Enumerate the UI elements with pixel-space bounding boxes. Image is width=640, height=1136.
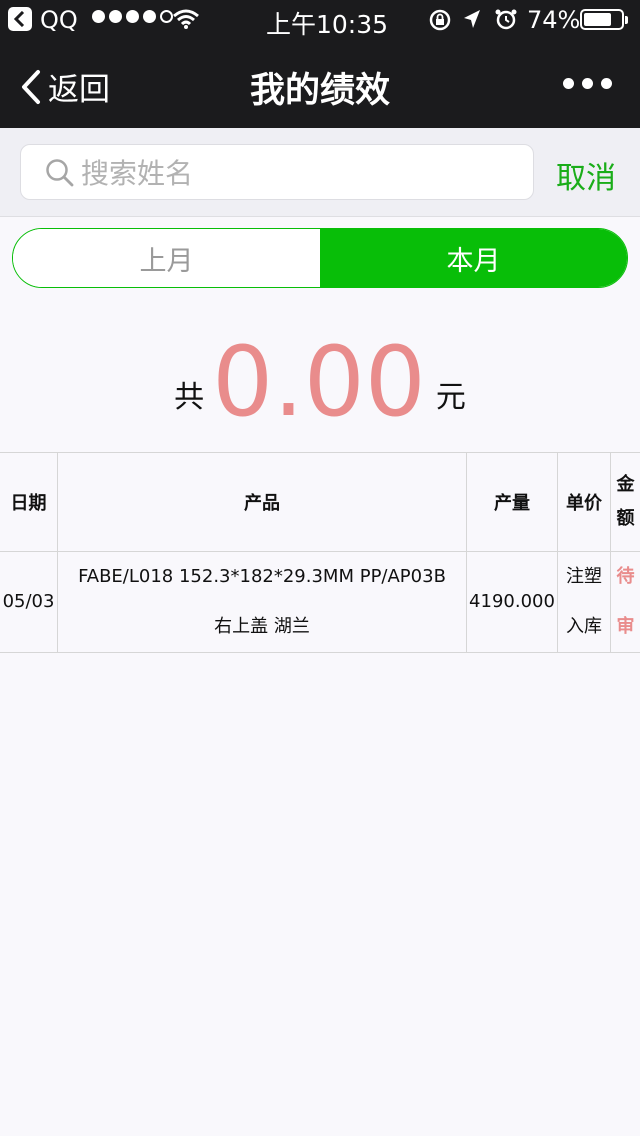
search-bar: 取消 <box>0 128 640 217</box>
performance-table: 日期 产品 产量 单价 金额 05/03 FABE/L018 152.3*182… <box>0 452 640 653</box>
more-dot-icon <box>582 78 593 89</box>
more-options-button[interactable] <box>563 78 612 89</box>
signal-dot <box>126 10 139 23</box>
nav-bar: 返回 我的绩效 <box>0 40 640 128</box>
search-icon <box>46 159 74 187</box>
status-bar: QQ 上午10:35 74% <box>0 0 640 40</box>
search-box[interactable] <box>20 144 534 200</box>
column-header-unit-price: 单价 <box>557 452 611 552</box>
battery-fill <box>584 13 611 26</box>
battery-percent: 74% <box>527 6 581 34</box>
status-time: 上午10:35 <box>266 10 389 39</box>
back-to-app-icon[interactable] <box>8 7 32 31</box>
total-prefix: 共 <box>174 380 205 415</box>
column-header-amount: 金额 <box>610 452 640 552</box>
month-segmented-control: 上月 本月 <box>12 228 628 288</box>
cell-date: 05/03 <box>0 551 58 653</box>
signal-dot <box>143 10 156 23</box>
more-dot-icon <box>601 78 612 89</box>
rotation-lock-icon <box>429 9 451 31</box>
cell-quantity: 4190.000 <box>466 551 558 653</box>
column-header-date: 日期 <box>0 452 58 552</box>
column-header-product: 产品 <box>57 452 467 552</box>
status-app-name[interactable]: QQ <box>40 6 78 34</box>
cell-unit-price: 注塑入库 <box>557 551 611 653</box>
location-icon <box>464 10 480 28</box>
battery-nub <box>625 16 628 24</box>
wifi-icon <box>173 9 199 29</box>
table-header-row: 日期 产品 产量 单价 金额 <box>0 452 640 552</box>
cell-amount-status: 待审 <box>610 551 640 653</box>
search-input[interactable] <box>79 153 523 193</box>
total-summary: 共 0.00 元 <box>0 320 640 430</box>
table-row[interactable]: 05/03 FABE/L018 152.3*182*29.3MM PP/AP03… <box>0 551 640 653</box>
cell-product: FABE/L018 152.3*182*29.3MM PP/AP03B 右上盖 … <box>57 551 467 653</box>
battery-icon <box>580 9 628 30</box>
signal-strength-icon <box>92 10 173 23</box>
alarm-icon <box>495 9 517 30</box>
total-amount: 0.00 <box>212 326 426 438</box>
cancel-button[interactable]: 取消 <box>556 153 616 197</box>
signal-dot <box>109 10 122 23</box>
total-unit: 元 <box>435 380 466 415</box>
tab-this-month[interactable]: 本月 <box>320 229 627 287</box>
signal-dot <box>92 10 105 23</box>
column-header-quantity: 产量 <box>466 452 558 552</box>
product-detail: 右上盖 湖兰 <box>214 616 310 637</box>
product-name: FABE/L018 152.3*182*29.3MM PP/AP03B <box>78 566 446 587</box>
page-title: 我的绩效 <box>249 71 390 111</box>
tab-last-month[interactable]: 上月 <box>13 229 320 287</box>
more-dot-icon <box>563 78 574 89</box>
